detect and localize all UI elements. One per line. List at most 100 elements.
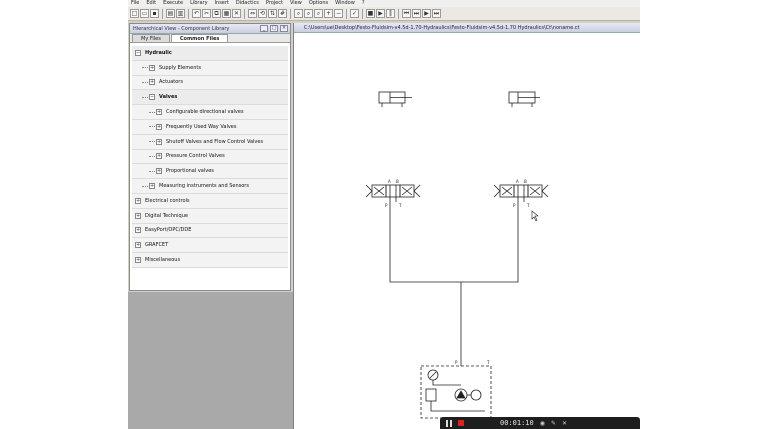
tree-item-supply-elements[interactable]: + Supply Elements [132, 60, 288, 76]
rotate-icon[interactable]: ⟲ [258, 9, 267, 18]
expand-icon[interactable]: + [156, 109, 162, 116]
tree-item-grafcet[interactable]: + GRAFCET [132, 238, 288, 254]
delete-icon[interactable]: ✕ [232, 9, 241, 18]
expand-icon[interactable]: + [149, 183, 155, 190]
menu-item-view[interactable]: View [290, 0, 302, 7]
menu-item-edit[interactable]: Edit [146, 0, 156, 7]
recorder-close-icon[interactable]: ✕ [562, 420, 567, 427]
port-p-label-2: P [513, 203, 516, 208]
expand-icon[interactable]: + [135, 227, 141, 234]
grid-icon[interactable]: # [278, 9, 287, 18]
tree-item-configurable-directional-valves[interactable]: + Configurable directional valves [132, 105, 288, 120]
recorder-camera-icon[interactable]: ◉ [540, 420, 545, 427]
paste-icon[interactable]: ▦ [222, 9, 231, 18]
expand-icon[interactable]: + [156, 168, 162, 175]
mouse-cursor-icon [531, 210, 539, 222]
toolbar-separator [162, 8, 163, 19]
directional-valve-1[interactable] [365, 184, 421, 202]
menu-item-didactics[interactable]: Didactics [236, 0, 259, 7]
expand-icon[interactable]: + [135, 197, 141, 204]
undo-icon[interactable]: ↶ [192, 9, 201, 18]
tree-item-electrical-controls[interactable]: + Electrical controls [132, 193, 288, 209]
port-b-label-1: B [396, 179, 399, 184]
menu-item-insert[interactable]: Insert [215, 0, 229, 7]
menu-item-library[interactable]: Library [190, 0, 207, 7]
tree-connector [149, 141, 155, 143]
tree-item-measuring-instruments-and-sensors[interactable]: + Measuring instruments and Sensors [132, 179, 288, 194]
zoom-in-icon[interactable]: + [324, 9, 333, 18]
pressure-line [389, 202, 519, 283]
drawing-path: C:\Users\ue\Desktop\Festo-Fluidsim-v4.5d… [294, 23, 640, 33]
tree-item-pressure-control-valves[interactable]: + Pressure Control Valves [132, 149, 288, 165]
menu-item-file[interactable]: File [131, 0, 139, 7]
tree-item-easyport-opc-dde[interactable]: + EasyPort/OPC/DDE [132, 223, 288, 239]
zoom-fit-icon[interactable]: ⌕ [304, 9, 313, 18]
step-icon[interactable]: ⏭ [412, 9, 421, 18]
zoom-out-icon[interactable]: − [334, 9, 343, 18]
recorder-pause-icon[interactable] [446, 419, 452, 427]
expand-icon[interactable]: + [135, 257, 141, 264]
preview-icon[interactable]: ▥ [176, 9, 185, 18]
tree-connector [149, 111, 155, 113]
expand-icon[interactable]: + [149, 79, 155, 86]
library-title-bar: Hierarchical View - Component Library _ … [130, 24, 290, 34]
tree-item-label: Valves [159, 94, 178, 101]
circuit-canvas[interactable]: A B P T A B P T P T [294, 33, 640, 429]
open-file-icon[interactable]: ▭ [140, 9, 149, 18]
copy-icon[interactable]: ⧉ [212, 9, 221, 18]
recorder-pen-icon[interactable]: ✎ [551, 420, 556, 427]
tree-item-frequently-used-way-valves[interactable]: + Frequently Used Way Valves [132, 119, 288, 135]
cut-icon[interactable]: ✂ [202, 9, 211, 18]
close-icon[interactable]: × [280, 25, 288, 32]
menu-item-project[interactable]: Project [266, 0, 283, 7]
maximize-icon[interactable]: □ [270, 25, 278, 32]
tree-item-miscellaneous[interactable]: + Miscellaneous [132, 253, 288, 268]
menu-item-execute[interactable]: Execute [163, 0, 183, 7]
menu-item-window[interactable]: Window [335, 0, 355, 7]
tree-item-digital-technique[interactable]: + Digital Technique [132, 208, 288, 224]
new-file-icon[interactable]: □ [130, 9, 139, 18]
expand-icon[interactable]: + [156, 123, 162, 130]
toolbar-separator [362, 8, 363, 19]
mirror-icon[interactable]: ⇅ [268, 9, 277, 18]
directional-valve-2[interactable] [493, 184, 549, 202]
tree-item-label: Actuators [159, 79, 183, 86]
print-icon[interactable]: ▤ [166, 9, 175, 18]
save-icon[interactable]: ▪ [150, 9, 159, 18]
step-forward-icon[interactable]: ▶ [422, 9, 431, 18]
collapse-icon[interactable]: − [149, 94, 155, 101]
tree-item-hydraulic[interactable]: − Hydraulic [132, 46, 288, 61]
expand-icon[interactable]: + [135, 212, 141, 219]
pause-icon[interactable]: ‖ [386, 9, 395, 18]
stop-icon[interactable]: ■ [366, 9, 375, 18]
tab-common-files[interactable]: Common Files [170, 34, 229, 42]
zoom-window-icon[interactable]: ⌕ [314, 9, 323, 18]
zoom-100-icon[interactable]: ⌕ [294, 9, 303, 18]
reset-icon[interactable]: ⏮ [402, 9, 411, 18]
expand-icon[interactable]: + [156, 138, 162, 145]
cylinder-1[interactable] [378, 91, 412, 107]
screen: File Edit Execute Library Insert Didactics Pro… [0, 0, 768, 429]
check-drawing-icon[interactable]: ✓ [350, 9, 359, 18]
tree-item-valves[interactable]: − Valves [132, 90, 288, 106]
end-icon[interactable]: ⏭ [432, 9, 441, 18]
tree-item-actuators[interactable]: + Actuators [132, 75, 288, 91]
menu-item-[interactable]: ? [362, 0, 365, 7]
expand-icon[interactable]: + [149, 64, 155, 71]
align-icon[interactable]: ⇔ [248, 9, 257, 18]
port-b-label-2: B [524, 179, 527, 184]
play-icon[interactable]: ▶ [376, 9, 385, 18]
library-tabs: My Files Common Files [130, 34, 290, 43]
cylinder-2[interactable] [508, 91, 540, 107]
tree-item-shutoff-valves-and-flow-control-valves[interactable]: + Shutoff Valves and Flow Control Valves [132, 134, 288, 150]
minimize-icon[interactable]: _ [260, 25, 268, 32]
recorder-stop-icon[interactable] [458, 420, 464, 426]
power-unit[interactable] [420, 365, 492, 419]
collapse-icon[interactable]: − [135, 49, 141, 56]
expand-icon[interactable]: + [135, 242, 141, 249]
tab-my-files[interactable]: My Files [132, 34, 170, 42]
tree-item-label: Shutoff Valves and Flow Control Valves [166, 138, 264, 145]
tree-item-proportional-valves[interactable]: + Proportional valves [132, 164, 288, 180]
menu-item-options[interactable]: Options [309, 0, 328, 7]
expand-icon[interactable]: + [156, 153, 162, 160]
